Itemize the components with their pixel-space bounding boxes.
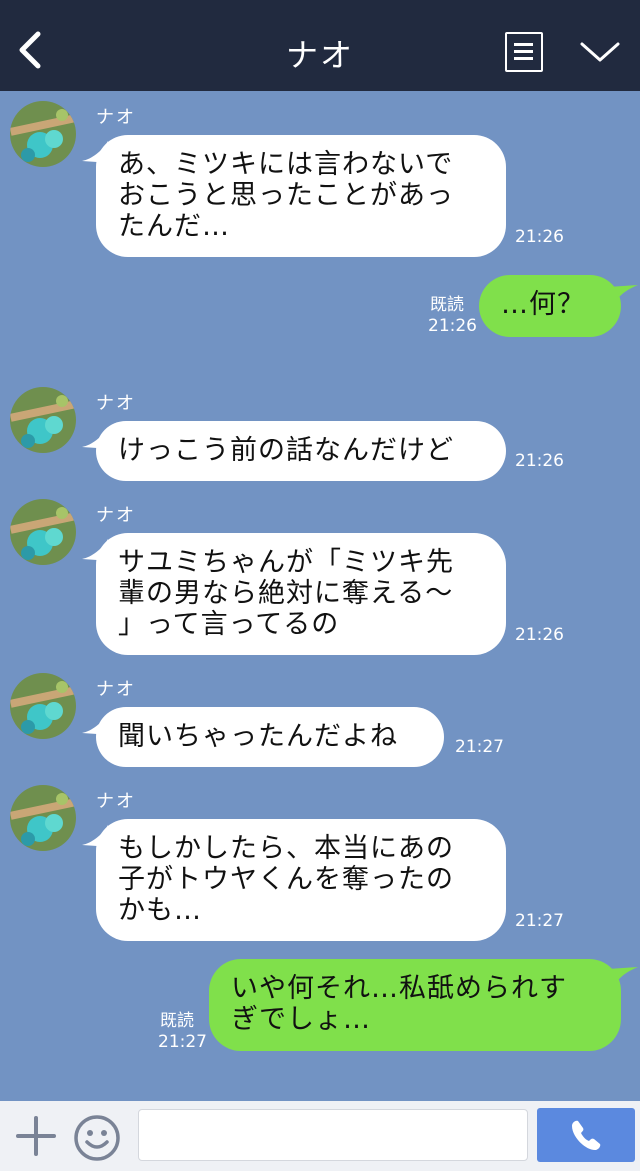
- message-bubble-outgoing[interactable]: いや何それ…私舐められす ぎでしょ…: [209, 959, 621, 1051]
- message-time: 21:26: [428, 316, 477, 336]
- chat-header: ナオ: [0, 0, 640, 91]
- call-button[interactable]: [537, 1108, 635, 1162]
- message-time: 21:26: [515, 451, 564, 471]
- avatar[interactable]: [10, 499, 76, 565]
- smiley-icon[interactable]: [72, 1113, 122, 1163]
- avatar[interactable]: [10, 673, 76, 739]
- sender-name: ナオ: [96, 505, 136, 526]
- message-bubble-incoming[interactable]: サユミちゃんが「ミツキ先 輩の男なら絶対に奪える〜 」って言ってるの: [96, 533, 506, 655]
- message-bubble-incoming[interactable]: 聞いちゃったんだよね: [96, 707, 444, 767]
- avatar[interactable]: [10, 785, 76, 851]
- message-time: 21:27: [455, 737, 504, 757]
- read-receipt: 既読: [160, 1011, 194, 1031]
- message-time: 21:26: [515, 227, 564, 247]
- sender-name: ナオ: [96, 107, 136, 128]
- message-time: 21:27: [515, 911, 564, 931]
- message-time: 21:27: [158, 1032, 207, 1052]
- chevron-down-icon[interactable]: [578, 38, 622, 66]
- message-input[interactable]: [138, 1109, 528, 1161]
- message-bubble-incoming[interactable]: もしかしたら、本当にあの 子がトウヤくんを奪ったの かも…: [96, 819, 506, 941]
- message-bubble-incoming[interactable]: けっこう前の話なんだけど: [96, 421, 506, 481]
- read-receipt: 既読: [430, 295, 464, 315]
- sender-name: ナオ: [96, 791, 136, 812]
- chat-title: ナオ: [285, 36, 354, 74]
- avatar[interactable]: [10, 101, 76, 167]
- sender-name: ナオ: [96, 679, 136, 700]
- menu-list-icon[interactable]: [505, 32, 543, 72]
- chat-area[interactable]: ナオ あ、ミツキには言わないで おこうと思ったことがあっ たんだ… 21:26 …: [0, 91, 640, 1101]
- phone-icon: [572, 1120, 601, 1151]
- message-bubble-incoming[interactable]: あ、ミツキには言わないで おこうと思ったことがあっ たんだ…: [96, 135, 506, 257]
- avatar[interactable]: [10, 387, 76, 453]
- sender-name: ナオ: [96, 393, 136, 414]
- input-bar: [0, 1101, 640, 1171]
- message-bubble-outgoing[interactable]: …何？: [479, 275, 621, 337]
- plus-icon[interactable]: [15, 1115, 57, 1157]
- message-time: 21:26: [515, 625, 564, 645]
